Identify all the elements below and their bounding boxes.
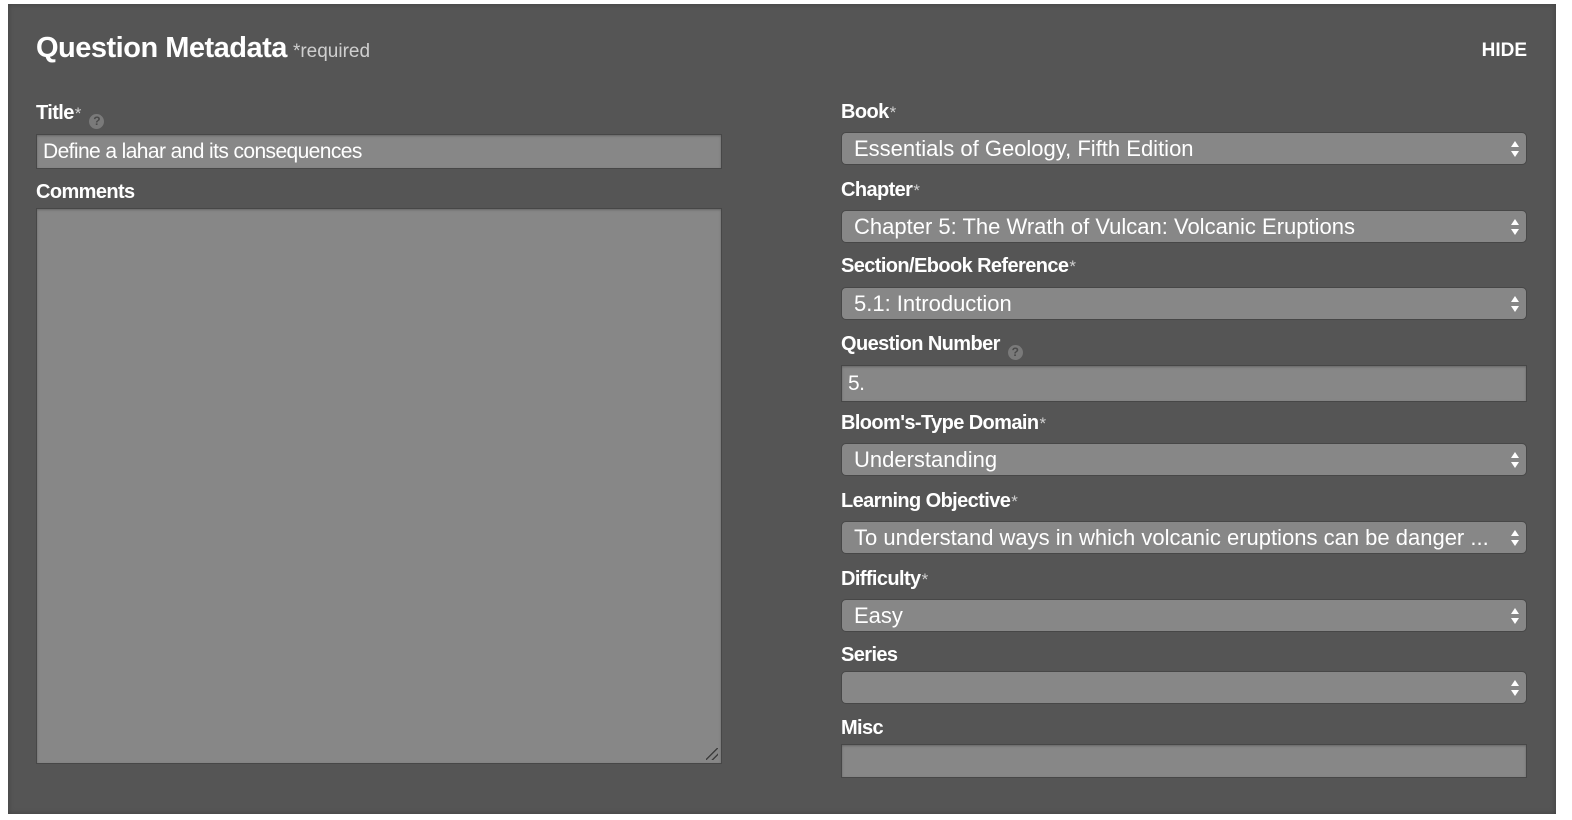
chapter-label: Chapter* bbox=[841, 179, 920, 202]
blooms-select-value: Understanding bbox=[854, 447, 998, 472]
series-label: Series bbox=[841, 644, 898, 666]
objective-select[interactable]: To understand ways in which volcanic eru… bbox=[841, 521, 1527, 554]
difficulty-label: Difficulty* bbox=[841, 568, 928, 591]
resize-grip-icon[interactable] bbox=[706, 748, 718, 760]
select-arrows-icon bbox=[1510, 679, 1520, 697]
chapter-label-text: Chapter bbox=[841, 179, 913, 201]
objective-label-text: Learning Objective bbox=[841, 490, 1011, 512]
difficulty-select-value: Easy bbox=[854, 603, 903, 628]
difficulty-select[interactable]: Easy bbox=[841, 599, 1527, 632]
required-star: * bbox=[921, 570, 929, 589]
select-arrows-icon bbox=[1510, 607, 1520, 625]
help-icon[interactable]: ? bbox=[89, 114, 105, 129]
section-label-text: Section/Ebook Reference bbox=[841, 255, 1069, 277]
book-label: Book* bbox=[841, 101, 896, 124]
required-star: * bbox=[889, 103, 897, 122]
question-metadata-panel: Question Metadata *required HIDE Title*? … bbox=[8, 4, 1556, 814]
comments-label: Comments bbox=[36, 181, 135, 203]
question-number-label: Question Number? bbox=[841, 333, 1023, 360]
select-arrows-icon bbox=[1510, 140, 1520, 158]
chapter-select[interactable]: Chapter 5: The Wrath of Vulcan: Volcanic… bbox=[841, 210, 1527, 243]
select-arrows-icon bbox=[1510, 529, 1520, 547]
blooms-select[interactable]: Understanding bbox=[841, 443, 1527, 476]
section-select[interactable]: 5.1: Introduction bbox=[841, 287, 1527, 320]
select-arrows-icon bbox=[1510, 218, 1520, 236]
blooms-label-text: Bloom's-Type Domain bbox=[841, 412, 1039, 434]
title-label: Title*? bbox=[36, 102, 105, 129]
objective-label: Learning Objective* bbox=[841, 490, 1018, 513]
comments-textarea[interactable] bbox=[36, 208, 722, 764]
book-select[interactable]: Essentials of Geology, Fifth Edition bbox=[841, 132, 1527, 165]
blooms-label: Bloom's-Type Domain* bbox=[841, 412, 1046, 435]
book-label-text: Book bbox=[841, 101, 889, 123]
required-star: * bbox=[1011, 492, 1018, 511]
panel-title: Question Metadata *required bbox=[36, 32, 370, 65]
question-number-input[interactable]: 5. bbox=[841, 365, 1527, 402]
misc-label: Misc bbox=[841, 717, 884, 739]
title-input[interactable]: Define a lahar and its consequences bbox=[36, 134, 722, 169]
required-star: * bbox=[1039, 414, 1047, 433]
difficulty-label-text: Difficulty bbox=[841, 568, 921, 590]
help-icon[interactable]: ? bbox=[1007, 345, 1023, 360]
required-note: *required bbox=[292, 41, 371, 62]
hide-button[interactable]: HIDE bbox=[1482, 40, 1527, 62]
required-star: * bbox=[74, 104, 82, 123]
section-label: Section/Ebook Reference* bbox=[841, 255, 1076, 278]
required-star: * bbox=[1069, 257, 1077, 276]
select-arrows-icon bbox=[1510, 295, 1520, 313]
objective-select-value: To understand ways in which volcanic eru… bbox=[854, 525, 1489, 550]
select-arrows-icon bbox=[1510, 451, 1520, 469]
title-label-text: Title bbox=[36, 102, 74, 124]
series-select[interactable] bbox=[841, 671, 1527, 704]
book-select-value: Essentials of Geology, Fifth Edition bbox=[854, 136, 1194, 161]
panel-title-text: Question Metadata bbox=[36, 32, 287, 64]
misc-input[interactable] bbox=[841, 744, 1527, 778]
question-number-label-text: Question Number bbox=[841, 333, 1000, 355]
section-select-value: 5.1: Introduction bbox=[854, 291, 1012, 316]
required-star: * bbox=[913, 181, 920, 200]
chapter-select-value: Chapter 5: The Wrath of Vulcan: Volcanic… bbox=[854, 214, 1355, 239]
